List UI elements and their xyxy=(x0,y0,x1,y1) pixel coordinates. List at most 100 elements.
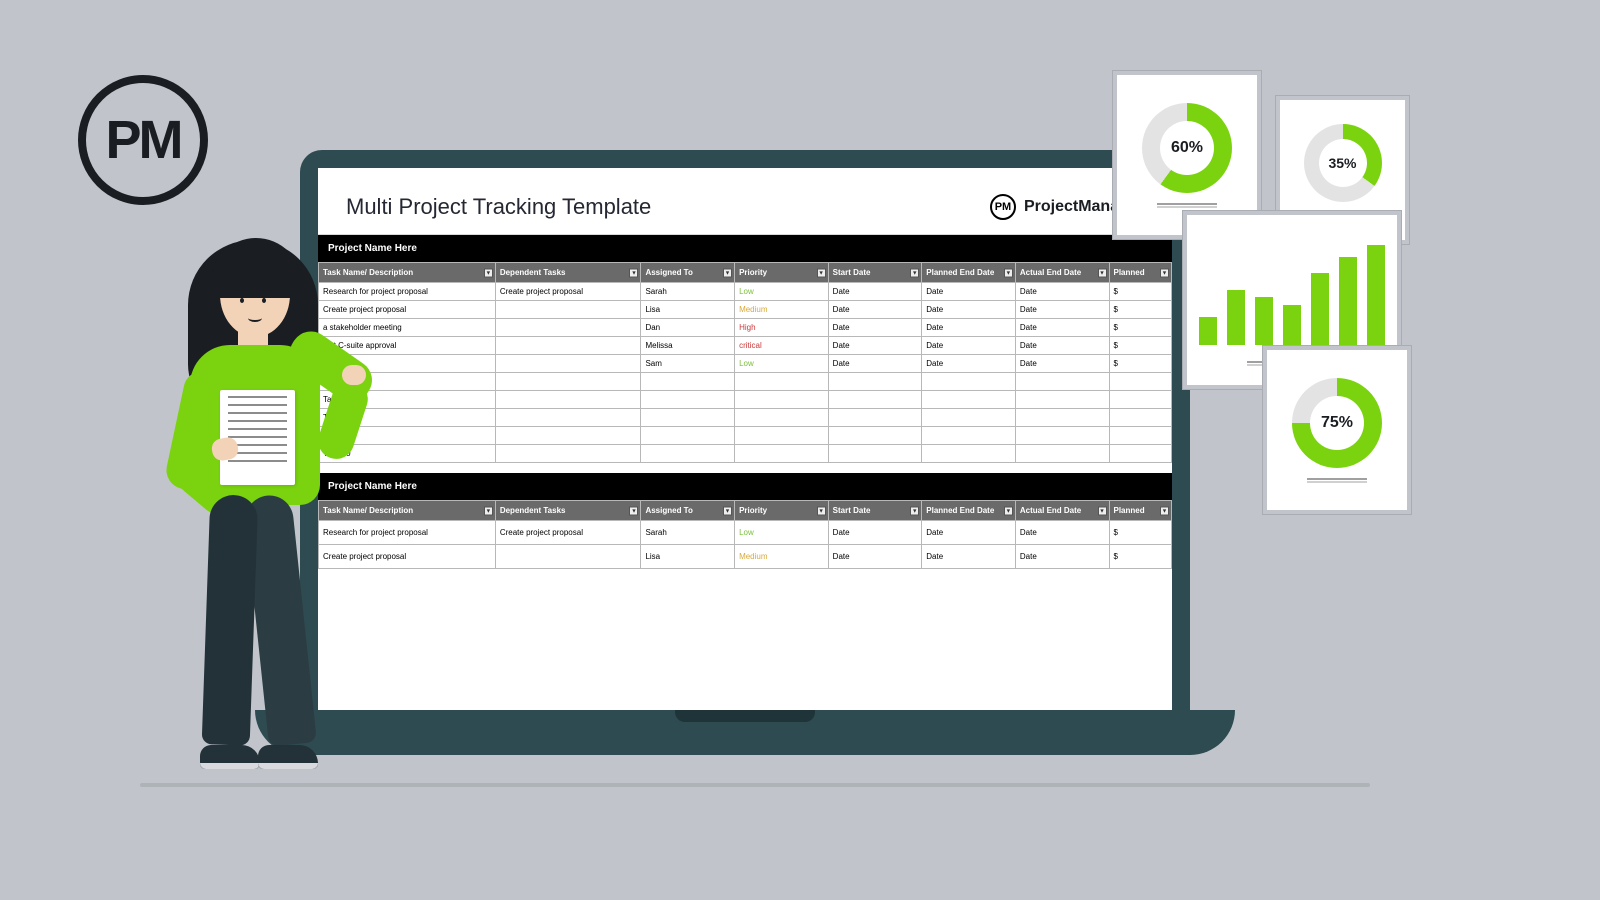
table-row[interactable]: Task 9 xyxy=(319,427,1172,445)
filter-dropdown-icon[interactable]: ▾ xyxy=(723,506,732,515)
table-cell[interactable]: Date xyxy=(1015,301,1109,319)
table-row[interactable]: Task 5SamLowDateDateDate$ xyxy=(319,355,1172,373)
table-cell[interactable] xyxy=(922,427,1016,445)
table-cell[interactable]: Date xyxy=(828,355,922,373)
table-cell[interactable]: $ xyxy=(1109,319,1172,337)
filter-dropdown-icon[interactable]: ▾ xyxy=(817,506,826,515)
table-cell[interactable]: Date xyxy=(1015,337,1109,355)
table-cell[interactable] xyxy=(641,445,735,463)
table-cell[interactable]: Dan xyxy=(641,319,735,337)
table-cell[interactable]: Date xyxy=(828,301,922,319)
table-cell[interactable] xyxy=(641,409,735,427)
column-header[interactable]: Planned End Date▾ xyxy=(922,501,1016,521)
table-cell[interactable] xyxy=(1015,373,1109,391)
filter-dropdown-icon[interactable]: ▾ xyxy=(1098,506,1107,515)
table-cell[interactable] xyxy=(495,445,641,463)
table-row[interactable]: Task 6 xyxy=(319,373,1172,391)
table-cell[interactable] xyxy=(828,409,922,427)
table-cell[interactable] xyxy=(828,427,922,445)
table-cell[interactable] xyxy=(495,373,641,391)
table-cell[interactable]: $ xyxy=(1109,283,1172,301)
table-cell[interactable]: Melissa xyxy=(641,337,735,355)
table-cell[interactable]: Date xyxy=(828,319,922,337)
column-header[interactable]: Planned▾ xyxy=(1109,263,1172,283)
filter-dropdown-icon[interactable]: ▾ xyxy=(629,268,638,277)
table-cell[interactable] xyxy=(495,545,641,569)
table-cell[interactable]: Medium xyxy=(735,301,829,319)
table-cell[interactable]: Date xyxy=(1015,545,1109,569)
table-cell[interactable] xyxy=(495,355,641,373)
filter-dropdown-icon[interactable]: ▾ xyxy=(910,268,919,277)
table-cell[interactable]: $ xyxy=(1109,521,1172,545)
table-cell[interactable] xyxy=(828,445,922,463)
table-cell[interactable] xyxy=(495,337,641,355)
table-row[interactable]: Research for project proposalCreate proj… xyxy=(319,521,1172,545)
table-row[interactable]: a stakeholder meetingDanHighDateDateDate… xyxy=(319,319,1172,337)
table-cell[interactable]: Date xyxy=(828,337,922,355)
table-cell[interactable] xyxy=(828,373,922,391)
table-cell[interactable] xyxy=(735,427,829,445)
table-row[interactable]: Create project proposalLisaMediumDateDat… xyxy=(319,301,1172,319)
table-cell[interactable]: Date xyxy=(1015,355,1109,373)
table-cell[interactable]: Date xyxy=(1015,283,1109,301)
table-cell[interactable] xyxy=(1109,391,1172,409)
column-header[interactable]: Dependent Tasks▾ xyxy=(495,263,641,283)
table-cell[interactable]: Date xyxy=(828,545,922,569)
table-cell[interactable] xyxy=(735,409,829,427)
table-cell[interactable] xyxy=(1015,391,1109,409)
table-cell[interactable]: Date xyxy=(922,355,1016,373)
table-cell[interactable] xyxy=(495,409,641,427)
table-cell[interactable]: High xyxy=(735,319,829,337)
table-cell[interactable]: $ xyxy=(1109,337,1172,355)
table-cell[interactable]: Low xyxy=(735,283,829,301)
table-cell[interactable]: Low xyxy=(735,521,829,545)
table-cell[interactable]: Create project proposal xyxy=(495,521,641,545)
table-cell[interactable]: Date xyxy=(922,283,1016,301)
column-header[interactable]: Start Date▾ xyxy=(828,501,922,521)
table-cell[interactable]: Date xyxy=(922,545,1016,569)
table-cell[interactable] xyxy=(922,391,1016,409)
table-cell[interactable] xyxy=(495,427,641,445)
column-header[interactable]: Planned▾ xyxy=(1109,501,1172,521)
filter-dropdown-icon[interactable]: ▾ xyxy=(484,506,493,515)
table-cell[interactable] xyxy=(1015,409,1109,427)
table-cell[interactable]: Date xyxy=(1015,521,1109,545)
table-cell[interactable] xyxy=(1109,373,1172,391)
table-cell[interactable] xyxy=(641,391,735,409)
filter-dropdown-icon[interactable]: ▾ xyxy=(1160,268,1169,277)
table-cell[interactable]: Date xyxy=(922,521,1016,545)
table-cell[interactable] xyxy=(641,427,735,445)
table-cell[interactable]: Sarah xyxy=(641,521,735,545)
table-cell[interactable]: Date xyxy=(828,283,922,301)
column-header[interactable]: Planned End Date▾ xyxy=(922,263,1016,283)
table-cell[interactable] xyxy=(1109,409,1172,427)
table-cell[interactable]: Sam xyxy=(641,355,735,373)
column-header[interactable]: Dependent Tasks▾ xyxy=(495,501,641,521)
column-header[interactable]: Actual End Date▾ xyxy=(1015,263,1109,283)
filter-dropdown-icon[interactable]: ▾ xyxy=(817,268,826,277)
filter-dropdown-icon[interactable]: ▾ xyxy=(484,268,493,277)
table-cell[interactable] xyxy=(922,445,1016,463)
table-cell[interactable]: Date xyxy=(1015,319,1109,337)
column-header[interactable]: Priority▾ xyxy=(735,501,829,521)
table-cell[interactable] xyxy=(495,319,641,337)
filter-dropdown-icon[interactable]: ▾ xyxy=(1098,268,1107,277)
table-cell[interactable]: $ xyxy=(1109,301,1172,319)
filter-dropdown-icon[interactable]: ▾ xyxy=(910,506,919,515)
table-cell[interactable]: Date xyxy=(922,337,1016,355)
table-row[interactable]: Get C-suite approvalMelissacriticalDateD… xyxy=(319,337,1172,355)
table-cell[interactable]: Low xyxy=(735,355,829,373)
table-cell[interactable] xyxy=(1015,445,1109,463)
table-cell[interactable]: Date xyxy=(922,301,1016,319)
column-header[interactable]: Priority▾ xyxy=(735,263,829,283)
column-header[interactable]: Assigned To▾ xyxy=(641,501,735,521)
table-row[interactable]: Task 10 xyxy=(319,445,1172,463)
table-cell[interactable] xyxy=(828,391,922,409)
table-cell[interactable] xyxy=(735,391,829,409)
column-header[interactable]: Start Date▾ xyxy=(828,263,922,283)
table-cell[interactable] xyxy=(922,373,1016,391)
column-header[interactable]: Assigned To▾ xyxy=(641,263,735,283)
table-cell[interactable] xyxy=(1109,427,1172,445)
table-cell[interactable] xyxy=(922,409,1016,427)
table-cell[interactable]: $ xyxy=(1109,355,1172,373)
